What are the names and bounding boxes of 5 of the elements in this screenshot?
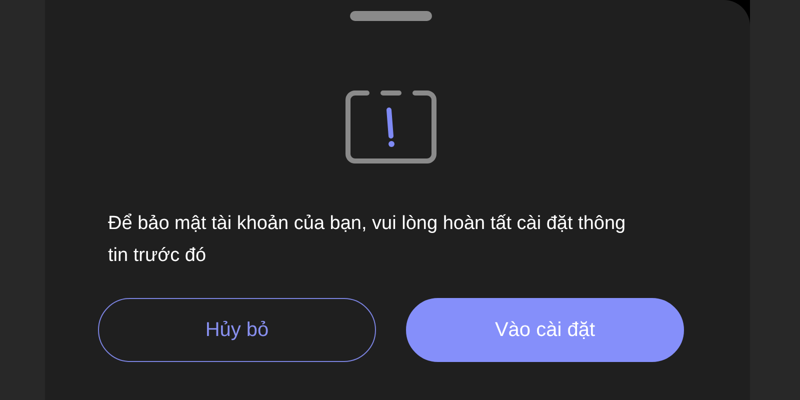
warning-icon — [345, 90, 437, 164]
message-text: Để bảo mật tài khoản của bạn, vui lòng hoàn tất cài đặt thông tin trước đó — [108, 212, 627, 268]
drag-handle[interactable] — [350, 11, 432, 21]
cancel-button[interactable]: Hủy bỏ — [98, 298, 376, 362]
settings-button[interactable]: Vào cài đặt — [406, 298, 684, 362]
